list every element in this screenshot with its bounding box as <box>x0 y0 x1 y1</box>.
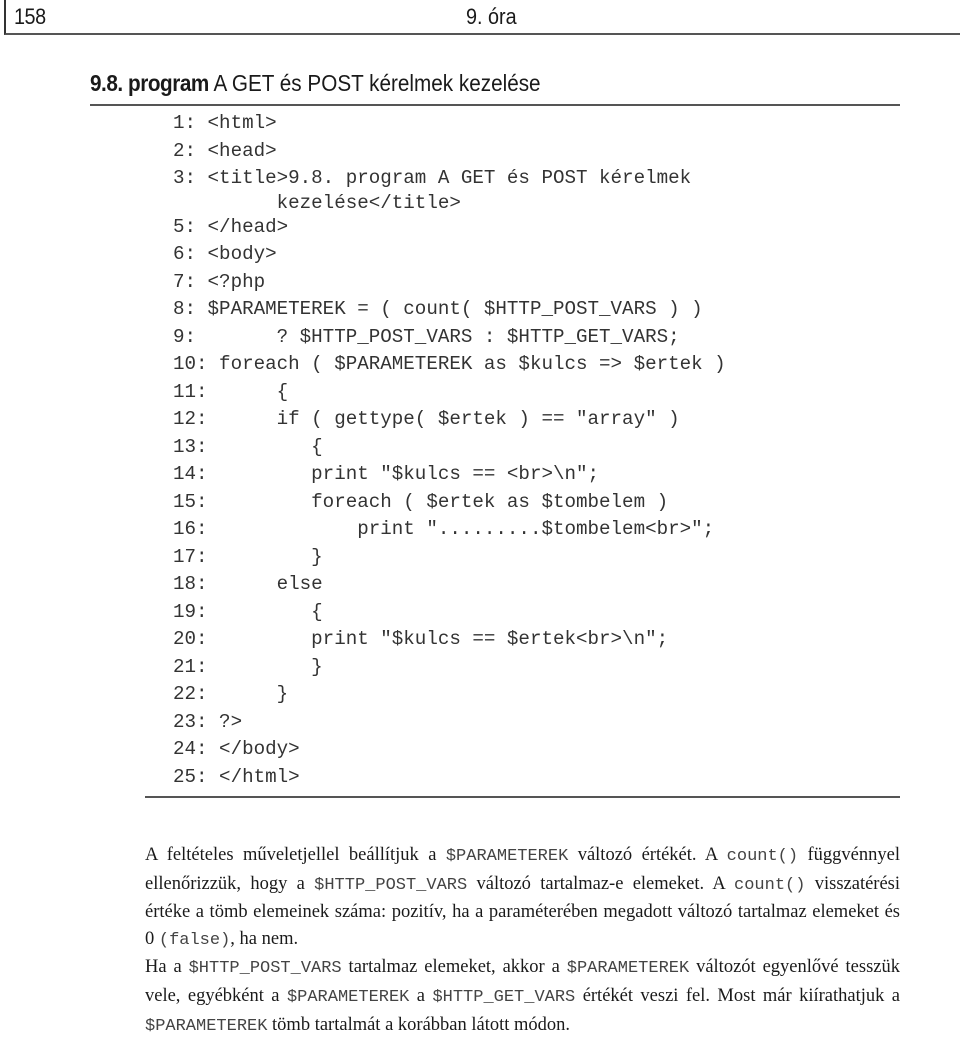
code-line: 2: <head> <box>173 139 277 162</box>
code-line: 21: } <box>173 655 323 678</box>
code-listing: 1: <html> 2: <head> 3: <title>9.8. program… <box>173 110 726 791</box>
text-run: tartalmaz elemeket, akkor a <box>341 957 567 978</box>
code-line: 8: $PARAMETEREK = ( count( $HTTP_POST_VA… <box>173 298 703 320</box>
inline-code: count() <box>734 875 806 895</box>
text-run: , ha nem. <box>230 928 299 949</box>
code-line: 6: <body> <box>173 243 277 265</box>
text-run: változó értékét. A <box>568 845 727 865</box>
inline-code: $HTTP_POST_VARS <box>188 959 342 979</box>
code-line: 13: { <box>173 435 323 458</box>
inline-code: $PARAMETEREK <box>445 847 569 866</box>
explanation-text: A feltételes műveletjellel beállítjuk a … <box>145 842 900 1040</box>
text-run: A feltételes műveletjellel beállítjuk a <box>145 845 446 865</box>
explanation-paragraph-2: Ha a $HTTP_POST_VARS tartalmaz elemeket,… <box>145 954 900 1040</box>
code-line: 15: foreach ( $ertek as $tombelem ) <box>173 490 669 513</box>
code-line: 9: ? $HTTP_POST_VARS : $HTTP_GET_VARS; <box>173 325 680 348</box>
page-number: 158 <box>14 4 46 29</box>
code-divider <box>145 796 900 798</box>
inline-code: (false) <box>158 930 231 950</box>
code-line: 14: print "$kulcs == <br>\n"; <box>173 463 600 485</box>
listing-number: 9.8. program <box>90 70 209 96</box>
listing-title: 9.8. program A GET és POST kérelmek keze… <box>90 70 541 97</box>
code-line: 17: } <box>173 545 323 568</box>
text-run: értékét veszi fel. Most már kiírathatjuk… <box>575 985 900 1006</box>
chapter-title: 9. óra <box>466 4 517 29</box>
code-line: 24: </body> <box>173 738 300 760</box>
code-line: 20: print "$kulcs == $ertek<br>\n"; <box>173 628 669 650</box>
explanation-paragraph-1: A feltételes műveletjellel beállítjuk a … <box>145 842 900 954</box>
code-line: 7: <?php <box>173 270 266 293</box>
inline-code: $HTTP_GET_VARS <box>432 987 576 1007</box>
code-line: 25: </html> <box>173 765 300 788</box>
inline-code: $HTTP_POST_VARS <box>314 875 468 895</box>
text-run: tömb tartalmát a korábban látott módon. <box>267 1014 571 1035</box>
page-header: 158 9. óra <box>4 0 960 35</box>
code-line: 3: <title>9.8. program A GET és POST kér… <box>173 167 692 189</box>
code-line: 16: print ".........$tombelem<br>"; <box>173 518 715 540</box>
code-line: 11: { <box>173 380 289 403</box>
code-line: 18: else <box>173 573 323 595</box>
text-run: Ha a <box>145 957 189 978</box>
text-run: változó tartalmaz-e elemeket. A <box>467 873 735 894</box>
code-line: 22: } <box>173 683 289 705</box>
code-line: 23: ?> <box>173 710 243 733</box>
code-line: 12: if ( gettype( $ertek ) == "array" ) <box>173 408 680 430</box>
code-line: 1: <html> <box>173 112 277 134</box>
code-line: 19: { <box>173 600 323 623</box>
inline-code: $PARAMETEREK <box>286 987 410 1007</box>
listing-caption: A GET és POST kérelmek kezelése <box>213 70 541 96</box>
inline-code: count() <box>726 847 799 866</box>
inline-code: $PARAMETEREK <box>566 959 690 979</box>
title-divider <box>90 104 900 106</box>
code-line-continuation: kezelése</title> <box>173 191 461 214</box>
code-line: 5: </head> <box>173 215 289 238</box>
code-line: 10: foreach ( $PARAMETEREK as $kulcs => … <box>173 353 726 375</box>
text-run: a <box>409 985 433 1006</box>
inline-code: $PARAMETEREK <box>145 1016 268 1036</box>
